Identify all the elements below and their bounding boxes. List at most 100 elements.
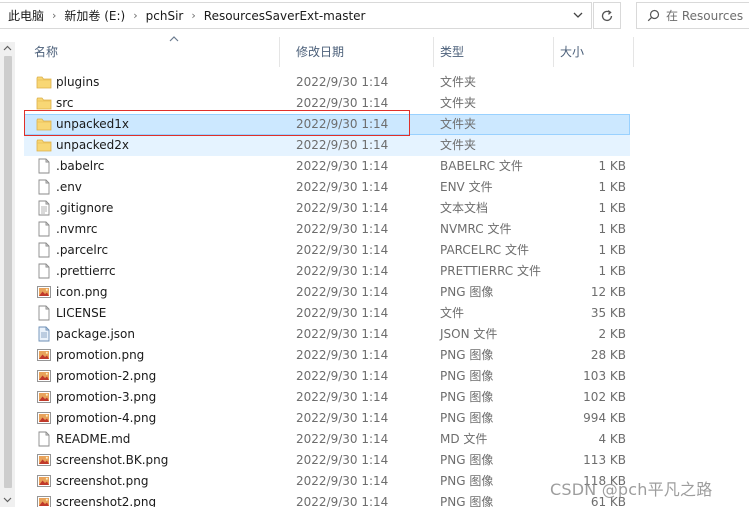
file-type: 文件夹 xyxy=(440,138,477,152)
search-icon xyxy=(647,9,660,22)
file-modified-date: 2022/9/30 1:14 xyxy=(296,432,389,446)
file-size: 102 KB xyxy=(583,390,626,404)
file-type: NVMRC 文件 xyxy=(440,222,512,236)
file-type: JSON 文件 xyxy=(440,327,498,341)
file-row[interactable]: package.json 2022/9/30 1:14 JSON 文件 2 KB xyxy=(16,324,749,345)
breadcrumb-drive-e[interactable]: 新加卷 (E:) xyxy=(62,7,127,24)
file-row[interactable]: promotion.png 2022/9/30 1:14 PNG 图像 28 KB xyxy=(16,345,749,366)
breadcrumb-separator-icon[interactable]: › xyxy=(127,9,143,22)
column-header-row: 名称 修改日期 类型 大小 xyxy=(16,36,749,67)
file-name[interactable]: .env xyxy=(56,177,82,198)
file-modified-date: 2022/9/30 1:14 xyxy=(296,264,389,278)
file-name[interactable]: README.md xyxy=(56,429,130,450)
file-name[interactable]: promotion.png xyxy=(56,345,144,366)
watermark: CSDN @pch平凡之路 xyxy=(550,480,713,499)
address-bar[interactable]: 此电脑 › 新加卷 (E:) › pchSir › ResourcesSaver… xyxy=(0,2,592,29)
file-size xyxy=(552,93,626,114)
column-header-size[interactable]: 大小 xyxy=(554,37,634,67)
file-name[interactable]: plugins xyxy=(56,72,99,93)
file-name[interactable]: screenshot2.png xyxy=(56,492,156,507)
refresh-button[interactable] xyxy=(593,2,621,29)
column-header-name[interactable]: 名称 xyxy=(16,36,280,67)
file-name[interactable]: LICENSE xyxy=(56,303,106,324)
breadcrumb-this-pc[interactable]: 此电脑 xyxy=(6,7,46,24)
breadcrumb-pchsir[interactable]: pchSir xyxy=(144,9,186,23)
file-modified-date: 2022/9/30 1:14 xyxy=(296,306,389,320)
file-name[interactable]: .nvmrc xyxy=(56,219,97,240)
file-name[interactable]: .prettierrc xyxy=(56,261,116,282)
file-row[interactable]: unpacked2x 2022/9/30 1:14 文件夹 xyxy=(16,135,749,156)
file-modified-date: 2022/9/30 1:14 xyxy=(296,180,389,194)
file-size: 1 KB xyxy=(598,159,626,173)
scroll-up-arrow-icon[interactable] xyxy=(3,44,12,53)
file-modified-date: 2022/9/30 1:14 xyxy=(296,243,389,257)
file-name[interactable]: promotion-3.png xyxy=(56,387,156,408)
file-modified-date: 2022/9/30 1:14 xyxy=(296,474,389,488)
file-row[interactable]: .prettierrc 2022/9/30 1:14 PRETTIERRC 文件 1 … xyxy=(16,261,749,282)
file-row[interactable]: screenshot.BK.png 2022/9/30 1:14 PNG 图像 113… xyxy=(16,450,749,471)
column-header-type[interactable]: 类型 xyxy=(434,37,554,67)
image-file-icon xyxy=(37,391,51,403)
file-type: PARCELRC 文件 xyxy=(440,243,529,257)
image-file-icon xyxy=(37,349,51,361)
file-name[interactable]: promotion-2.png xyxy=(56,366,156,387)
file-row[interactable]: .gitignore 2022/9/30 1:14 文本文档 1 KB xyxy=(16,198,749,219)
file-type: PNG 图像 xyxy=(440,390,494,404)
file-row[interactable]: .parcelrc 2022/9/30 1:14 PARCELRC 文件 1 KB xyxy=(16,240,749,261)
file-type: PNG 图像 xyxy=(440,495,494,507)
file-name[interactable]: .babelrc xyxy=(56,156,104,177)
scrollbar-thumb[interactable] xyxy=(4,56,12,488)
file-row[interactable]: promotion-4.png 2022/9/30 1:14 PNG 图像 994 K… xyxy=(16,408,749,429)
file-row[interactable]: promotion-3.png 2022/9/30 1:14 PNG 图像 102 K… xyxy=(16,387,749,408)
file-name[interactable]: screenshot.BK.png xyxy=(56,450,168,471)
image-file-icon xyxy=(37,286,51,298)
file-row[interactable]: plugins 2022/9/30 1:14 文件夹 xyxy=(16,72,749,93)
file-name[interactable]: package.json xyxy=(56,324,135,345)
file-name[interactable]: unpacked2x xyxy=(56,135,129,156)
file-size: 113 KB xyxy=(583,453,626,467)
breadcrumb-separator-icon[interactable]: › xyxy=(46,9,62,22)
text-file-icon xyxy=(38,200,50,216)
file-name[interactable]: promotion-4.png xyxy=(56,408,156,429)
scroll-down-arrow-icon[interactable] xyxy=(3,495,12,504)
breadcrumb-current-folder[interactable]: ResourcesSaverExt-master xyxy=(202,9,368,23)
folder-icon xyxy=(36,97,52,110)
file-row[interactable]: LICENSE 2022/9/30 1:14 文件 35 KB xyxy=(16,303,749,324)
file-name[interactable]: icon.png xyxy=(56,282,108,303)
file-row[interactable]: .babelrc 2022/9/30 1:14 BABELRC 文件 1 KB xyxy=(16,156,749,177)
column-header-date[interactable]: 修改日期 xyxy=(280,37,434,67)
column-header-name-label: 名称 xyxy=(34,45,59,59)
folder-icon xyxy=(36,139,52,152)
file-modified-date: 2022/9/30 1:14 xyxy=(296,369,389,383)
file-row[interactable]: .nvmrc 2022/9/30 1:14 NVMRC 文件 1 KB xyxy=(16,219,749,240)
file-name[interactable]: .gitignore xyxy=(56,198,113,219)
navigation-pane-scrollbar[interactable] xyxy=(0,42,15,507)
breadcrumb: 此电脑 › 新加卷 (E:) › pchSir › ResourcesSaver… xyxy=(0,3,367,28)
file-size: 1 KB xyxy=(598,264,626,278)
file-modified-date: 2022/9/30 1:14 xyxy=(296,327,389,341)
file-modified-date: 2022/9/30 1:14 xyxy=(296,495,389,507)
file-row[interactable]: icon.png 2022/9/30 1:14 PNG 图像 12 KB xyxy=(16,282,749,303)
file-size: 1 KB xyxy=(598,243,626,257)
file-icon xyxy=(38,179,50,195)
file-row[interactable]: .env 2022/9/30 1:14 ENV 文件 1 KB xyxy=(16,177,749,198)
image-file-icon xyxy=(37,370,51,382)
breadcrumb-separator-icon[interactable]: › xyxy=(185,9,201,22)
image-file-icon xyxy=(37,496,51,507)
file-name[interactable]: screenshot.png xyxy=(56,471,148,492)
file-size xyxy=(552,135,626,156)
file-row[interactable]: README.md 2022/9/30 1:14 MD 文件 4 KB xyxy=(16,429,749,450)
file-size xyxy=(552,72,626,93)
image-file-icon xyxy=(37,475,51,487)
file-type: 文件夹 xyxy=(440,75,477,89)
search-box[interactable]: 在 Resources xyxy=(636,2,749,29)
file-type: BABELRC 文件 xyxy=(440,159,523,173)
file-name[interactable]: .parcelrc xyxy=(56,240,108,261)
file-row[interactable]: promotion-2.png 2022/9/30 1:14 PNG 图像 103 K… xyxy=(16,366,749,387)
file-modified-date: 2022/9/30 1:14 xyxy=(296,390,389,404)
file-type: 文本文档 xyxy=(440,201,489,215)
chevron-down-icon[interactable] xyxy=(571,8,585,22)
file-size: 4 KB xyxy=(598,432,626,446)
file-icon xyxy=(38,431,50,447)
file-size: 1 KB xyxy=(598,201,626,215)
